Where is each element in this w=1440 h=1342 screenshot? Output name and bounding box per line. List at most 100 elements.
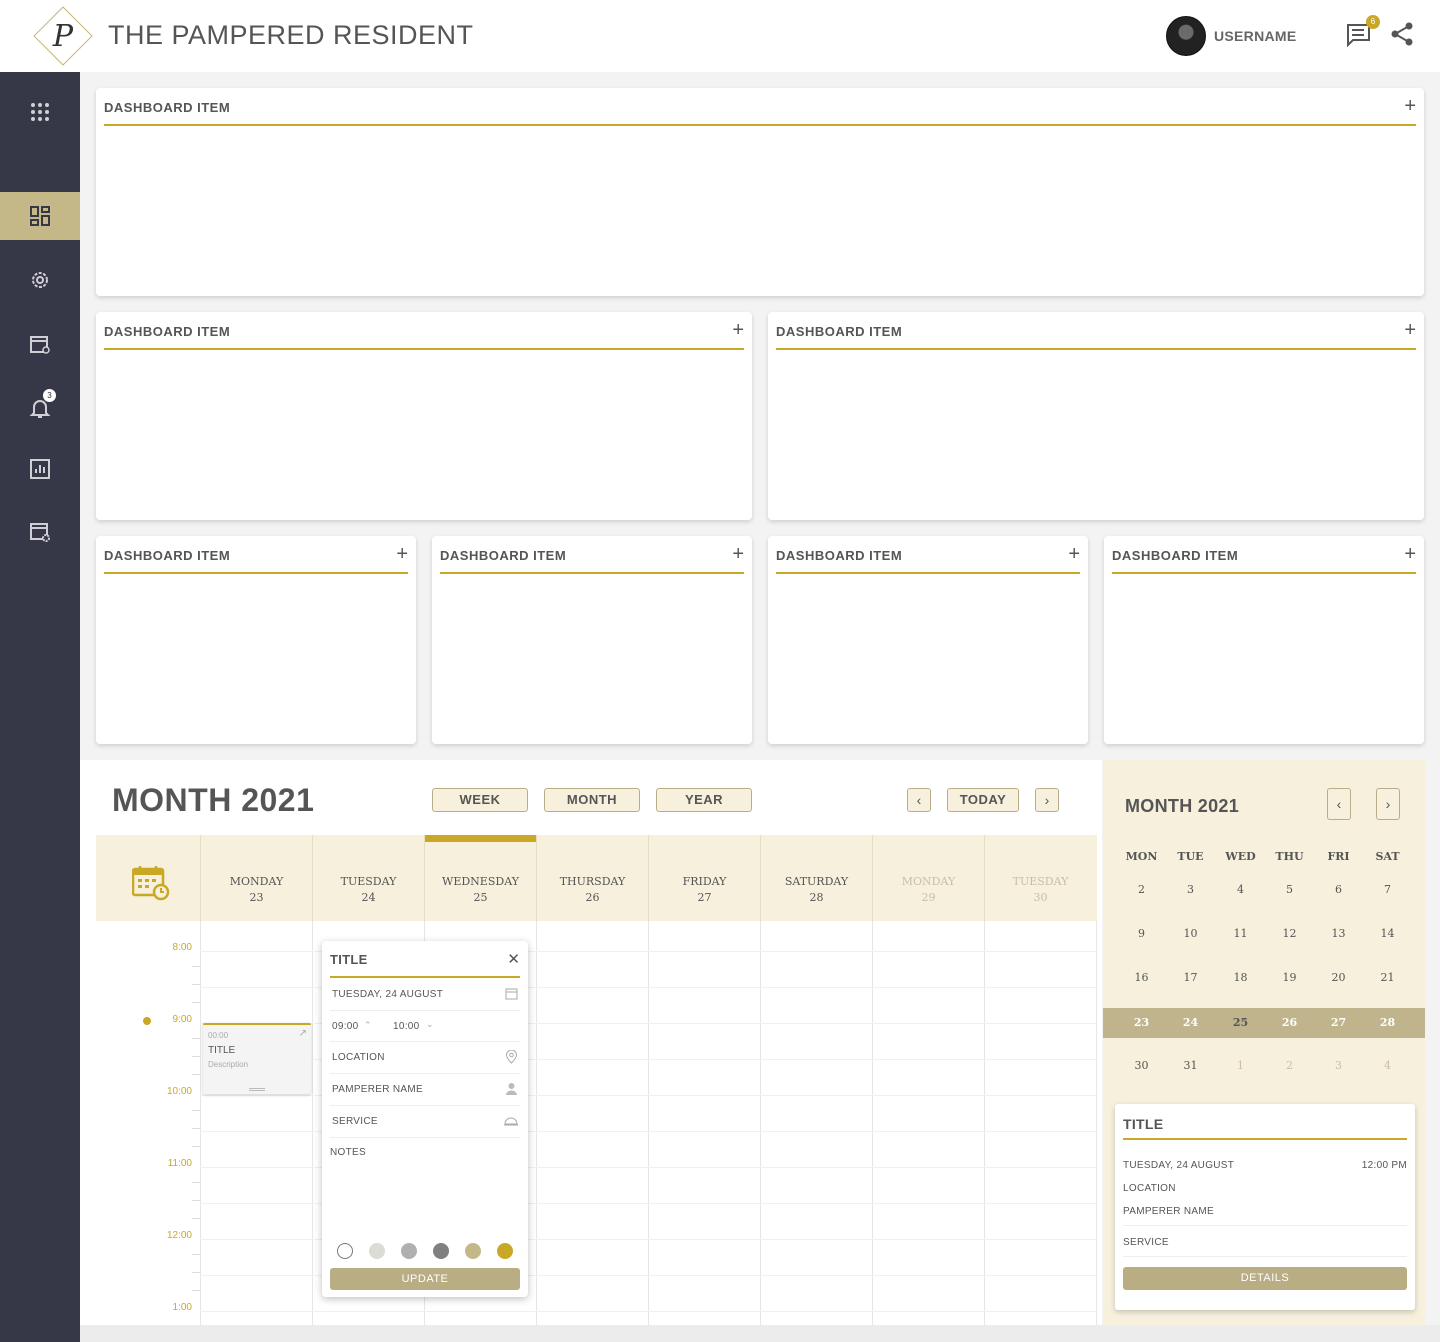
popup-title[interactable]: TITLE xyxy=(330,952,368,967)
mini-day[interactable]: 12 xyxy=(1265,927,1314,940)
sidebar-item-dashboard[interactable] xyxy=(0,192,80,240)
mini-day[interactable]: 11 xyxy=(1216,927,1265,940)
chevron-up-icon[interactable]: ⌃ xyxy=(364,1020,372,1031)
logo-letter: P xyxy=(52,18,74,54)
mini-day-selected[interactable]: 26 xyxy=(1265,1016,1314,1029)
mini-day[interactable]: 7 xyxy=(1363,883,1412,896)
sidebar-item-calendar-settings[interactable] xyxy=(0,508,80,556)
mini-day[interactable]: 3 xyxy=(1166,883,1215,896)
service-field[interactable]: SERVICE xyxy=(330,1106,520,1138)
mini-day-selected[interactable]: 27 xyxy=(1314,1016,1363,1029)
mini-day[interactable]: 5 xyxy=(1265,883,1314,896)
add-icon[interactable]: + xyxy=(732,320,744,340)
day-header[interactable]: MONDAY 23 xyxy=(200,835,312,921)
color-swatch-light-gray[interactable] xyxy=(369,1243,385,1259)
color-swatch-gold[interactable] xyxy=(497,1243,513,1259)
card-title: DASHBOARD ITEM xyxy=(104,324,231,339)
event-detail-card: TITLE TUESDAY, 24 AUGUST 12:00 PM LOCATI… xyxy=(1115,1104,1415,1310)
logo[interactable]: P xyxy=(33,6,93,66)
mini-day-selected[interactable]: 23 xyxy=(1117,1016,1166,1029)
chevron-down-icon[interactable]: ⌄ xyxy=(426,1019,434,1030)
messages-button[interactable]: 6 xyxy=(1344,15,1380,50)
mini-day[interactable]: 14 xyxy=(1363,927,1412,940)
sidebar-item-settings[interactable] xyxy=(0,256,80,304)
open-external-icon[interactable]: ↗ xyxy=(299,1028,307,1039)
view-month-button[interactable]: MONTH xyxy=(544,788,640,812)
day-header[interactable]: SATURDAY 28 xyxy=(760,835,872,921)
view-year-button[interactable]: YEAR xyxy=(656,788,752,812)
sidebar-item-analytics[interactable] xyxy=(0,445,80,493)
prev-week-button[interactable]: ‹ xyxy=(907,788,931,812)
mini-day-next-month[interactable]: 2 xyxy=(1265,1059,1314,1072)
mini-day[interactable]: 17 xyxy=(1166,971,1215,984)
close-icon[interactable]: ✕ xyxy=(507,950,520,968)
day-header[interactable]: FRIDAY 27 xyxy=(648,835,760,921)
mini-day[interactable]: 30 xyxy=(1117,1059,1166,1072)
mini-day[interactable]: 31 xyxy=(1166,1059,1215,1072)
mini-day[interactable]: 4 xyxy=(1216,883,1265,896)
apps-grid-icon xyxy=(31,103,49,121)
add-icon[interactable]: + xyxy=(396,544,408,564)
today-button[interactable]: TODAY xyxy=(947,788,1019,812)
day-header[interactable]: TUESDAY 30 xyxy=(984,835,1096,921)
mini-day-selected[interactable]: 28 xyxy=(1363,1016,1412,1029)
next-week-button[interactable]: › xyxy=(1035,788,1059,812)
mini-day[interactable]: 13 xyxy=(1314,927,1363,940)
details-button[interactable]: DETAILS xyxy=(1123,1267,1407,1290)
day-header-current[interactable]: WEDNESDAY 25 xyxy=(424,835,536,921)
day-name: TUESDAY xyxy=(340,875,397,888)
mini-day-next-month[interactable]: 4 xyxy=(1363,1059,1412,1072)
mini-day-next-month[interactable]: 1 xyxy=(1216,1059,1265,1072)
add-icon[interactable]: + xyxy=(1404,96,1416,116)
start-time[interactable]: 09:00 xyxy=(332,1021,359,1032)
day-header[interactable]: THURSDAY 26 xyxy=(536,835,648,921)
mini-day[interactable]: 10 xyxy=(1166,927,1215,940)
mini-day[interactable]: 20 xyxy=(1314,971,1363,984)
day-number: 25 xyxy=(473,891,488,904)
mini-day[interactable]: 21 xyxy=(1363,971,1412,984)
mini-day-next-month[interactable]: 3 xyxy=(1314,1059,1363,1072)
color-swatch-dark-gray[interactable] xyxy=(433,1243,449,1259)
color-swatch-gray[interactable] xyxy=(401,1243,417,1259)
detail-date: TUESDAY, 24 AUGUST xyxy=(1123,1160,1235,1171)
avatar[interactable] xyxy=(1166,16,1206,56)
share-button[interactable] xyxy=(1388,20,1418,50)
add-icon[interactable]: + xyxy=(732,544,744,564)
username[interactable]: USERNAME xyxy=(1214,28,1297,44)
messages-badge: 6 xyxy=(1366,15,1380,29)
mini-day[interactable]: 2 xyxy=(1117,883,1166,896)
add-icon[interactable]: + xyxy=(1404,320,1416,340)
analytics-icon xyxy=(30,459,50,479)
sidebar-item-bookings[interactable] xyxy=(0,320,80,368)
view-week-button[interactable]: WEEK xyxy=(432,788,528,812)
mini-day[interactable]: 18 xyxy=(1216,971,1265,984)
day-header[interactable]: TUESDAY 24 xyxy=(312,835,424,921)
end-time[interactable]: 10:00 xyxy=(393,1021,420,1032)
mini-day[interactable]: 6 xyxy=(1314,883,1363,896)
color-swatch-tan[interactable] xyxy=(465,1243,481,1259)
update-button[interactable]: UPDATE xyxy=(330,1268,520,1290)
mini-day[interactable]: 9 xyxy=(1117,927,1166,940)
add-icon[interactable]: + xyxy=(1404,544,1416,564)
sidebar-item-notifications[interactable]: 3 xyxy=(0,384,80,432)
add-icon[interactable]: + xyxy=(1068,544,1080,564)
day-name: FRIDAY xyxy=(682,875,727,888)
mini-day[interactable]: 19 xyxy=(1265,971,1314,984)
day-header[interactable]: MONDAY 29 xyxy=(872,835,984,921)
pamperer-field[interactable]: PAMPERER NAME xyxy=(330,1074,520,1106)
location-field[interactable]: LOCATION xyxy=(330,1042,520,1074)
mini-day-selected[interactable]: 24 xyxy=(1166,1016,1215,1029)
date-field[interactable]: TUESDAY, 24 AUGUST xyxy=(330,979,520,1011)
mini-day-today[interactable]: 25 xyxy=(1216,1016,1265,1029)
mini-day[interactable]: 16 xyxy=(1117,971,1166,984)
color-swatch-white[interactable] xyxy=(337,1243,353,1259)
dow-label: WED xyxy=(1225,850,1256,863)
detail-title: TITLE xyxy=(1123,1116,1164,1132)
resize-handle[interactable] xyxy=(249,1088,265,1091)
mini-prev-button[interactable]: ‹ xyxy=(1327,788,1351,820)
sidebar-item-apps[interactable] xyxy=(0,88,80,136)
mini-next-button[interactable]: › xyxy=(1376,788,1400,820)
notes-field[interactable]: NOTES xyxy=(330,1147,366,1158)
event-card[interactable]: 00:00 ↗ TITLE Description xyxy=(203,1023,311,1094)
time-grid[interactable]: 8:00 9:00 10:00 11:00 12:00 1:00 00:00 ↗… xyxy=(96,921,1097,1325)
